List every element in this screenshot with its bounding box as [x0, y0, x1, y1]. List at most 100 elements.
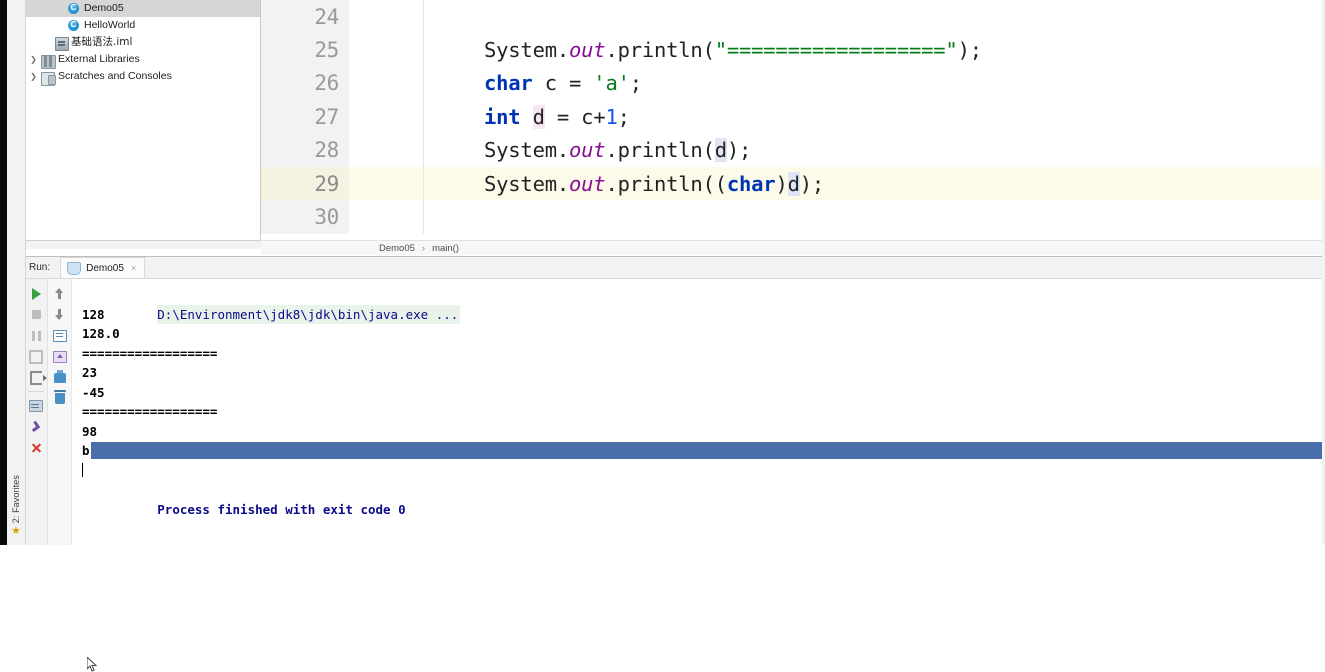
- code-token: ;: [629, 71, 642, 96]
- code-editor[interactable]: 24 25 System.out.println("================…: [261, 0, 1322, 240]
- clear-all-button[interactable]: [48, 388, 71, 409]
- project-tree-list: Demo05 HelloWorld 基础语法.iml ❯ External Librar…: [25, 0, 260, 86]
- tree-item-label: External Libraries: [58, 53, 140, 65]
- code-token: out: [569, 171, 606, 196]
- export-output-icon: [52, 350, 67, 363]
- pin-tab-button[interactable]: [25, 416, 47, 437]
- console-output[interactable]: D:\Environment\jdk8\jdk\bin\java.exe ...…: [72, 279, 1322, 545]
- scroll-down-icon: [55, 309, 64, 320]
- editor-gutter-gap: [349, 66, 424, 101]
- editor-gutter-gap: [349, 200, 424, 234]
- code-line[interactable]: 30: [261, 200, 1322, 234]
- java-class-icon: [66, 1, 81, 16]
- favorites-stripe-label: 2: Favorites: [11, 474, 21, 523]
- console-line: ==================: [82, 402, 1322, 422]
- code-token: out: [569, 138, 606, 163]
- line-number: 25: [261, 33, 349, 67]
- code-token: out: [569, 38, 606, 63]
- code-token: "==================": [714, 38, 958, 63]
- line-number: 24: [261, 0, 349, 34]
- close-tab-button[interactable]: [25, 437, 47, 458]
- resume-icon: [29, 349, 43, 364]
- code-token: ;: [617, 104, 630, 129]
- intellij-window: 2: Favorites ★ Demo05 HelloWorld 基础语法.iml ❯…: [0, 0, 1325, 672]
- code-line[interactable]: 25 System.out.println("==================…: [261, 33, 1322, 67]
- console-selection-highlight: [91, 442, 1322, 459]
- close-tab-icon: [31, 442, 42, 453]
- pin-tab-icon: [31, 421, 42, 432]
- scratches-icon: [40, 69, 56, 86]
- java-class-icon-glyph: [68, 2, 79, 14]
- code-lines[interactable]: 24 25 System.out.println("================…: [261, 0, 1322, 234]
- print-icon: [53, 369, 66, 383]
- code-token: d: [787, 171, 800, 196]
- module-file-icon-glyph: [55, 37, 69, 51]
- export-output-button[interactable]: [48, 346, 71, 367]
- editor-gutter-gap: [349, 0, 424, 34]
- breadcrumb-method[interactable]: main(): [432, 243, 459, 254]
- console-exit-line: Process finished with exit code 0: [82, 480, 1322, 517]
- breadcrumb-class[interactable]: Demo05: [379, 243, 415, 254]
- code-token: c =: [532, 71, 594, 96]
- editor-gutter-gap: [349, 33, 424, 67]
- tree-item-iml[interactable]: 基础语法.iml: [25, 34, 260, 51]
- code-token: = c+: [544, 104, 606, 129]
- code-token: System.: [484, 138, 569, 163]
- console-command-line: D:\Environment\jdk8\jdk\bin\java.exe ...: [82, 285, 1322, 324]
- console-line-text: ==================: [82, 404, 218, 419]
- console-output-lines: 128 128.0 ================== 23 -45 =========…: [82, 305, 1322, 481]
- console-line: 23: [82, 363, 1322, 383]
- run-tab-bar: Run: Demo05 ×: [25, 257, 1322, 279]
- tree-item-helloworld[interactable]: HelloWorld: [25, 17, 260, 34]
- code-line[interactable]: 24: [261, 0, 1322, 34]
- console-line-text: b: [82, 443, 90, 458]
- console-view-button[interactable]: [25, 395, 47, 416]
- code-token: char: [726, 171, 776, 196]
- console-line: b: [82, 441, 1322, 461]
- scroll-up-button[interactable]: [48, 283, 71, 304]
- editor-gutter-gap: [349, 166, 424, 201]
- tree-item-demo05[interactable]: Demo05: [25, 0, 260, 17]
- console-line: ==================: [82, 344, 1322, 364]
- chevron-right-icon[interactable]: ❯: [27, 51, 40, 68]
- run-toolbar-secondary: [48, 279, 72, 545]
- breadcrumb[interactable]: Demo05 › main(): [261, 240, 1322, 255]
- print-button[interactable]: [48, 367, 71, 388]
- close-icon[interactable]: ×: [131, 263, 136, 273]
- code-token: );: [957, 38, 982, 63]
- code-line-text: char c = 'a';: [424, 71, 1322, 95]
- clear-all-icon: [53, 390, 66, 404]
- editor-gutter-gap: [349, 100, 424, 134]
- editor-gutter-gap: [349, 133, 424, 167]
- chevron-right-icon[interactable]: ❯: [27, 68, 40, 85]
- console-line-text: 128.0: [82, 326, 120, 341]
- library-icon: [40, 52, 56, 69]
- star-icon: ★: [11, 525, 21, 537]
- scratches-icon-glyph: [41, 72, 56, 86]
- code-line[interactable]: 29 System.out.println((char)d);: [261, 166, 1322, 201]
- project-tree-panel[interactable]: Demo05 HelloWorld 基础语法.iml ❯ External Librar…: [25, 0, 261, 240]
- code-token: int: [484, 104, 521, 129]
- favorites-stripe-button[interactable]: 2: Favorites ★: [7, 425, 25, 545]
- toolbar-separator: [28, 391, 44, 392]
- line-number: 28: [261, 133, 349, 167]
- resume-button[interactable]: [25, 346, 47, 367]
- code-line[interactable]: 28 System.out.println(d);: [261, 133, 1322, 167]
- console-line-text: ==================: [82, 345, 218, 361]
- line-number: 27: [261, 100, 349, 134]
- pause-button[interactable]: [25, 325, 47, 346]
- stop-button[interactable]: [25, 304, 47, 325]
- scroll-down-button[interactable]: [48, 304, 71, 325]
- window-left-edge: [0, 0, 7, 545]
- run-config-icon: [67, 261, 82, 275]
- run-tab-demo05[interactable]: Demo05 ×: [60, 257, 146, 278]
- exit-button[interactable]: [25, 367, 47, 388]
- soft-wrap-button[interactable]: [48, 325, 71, 346]
- code-token: d: [714, 138, 727, 163]
- rerun-button[interactable]: [25, 283, 47, 304]
- tree-item-external-libraries[interactable]: ❯ External Libraries: [25, 51, 260, 69]
- code-line[interactable]: 26 char c = 'a';: [261, 66, 1322, 101]
- tree-item-scratches-and-consoles[interactable]: ❯ Scratches and Consoles: [25, 68, 260, 86]
- code-line[interactable]: 27 int d = c+1;: [261, 100, 1322, 134]
